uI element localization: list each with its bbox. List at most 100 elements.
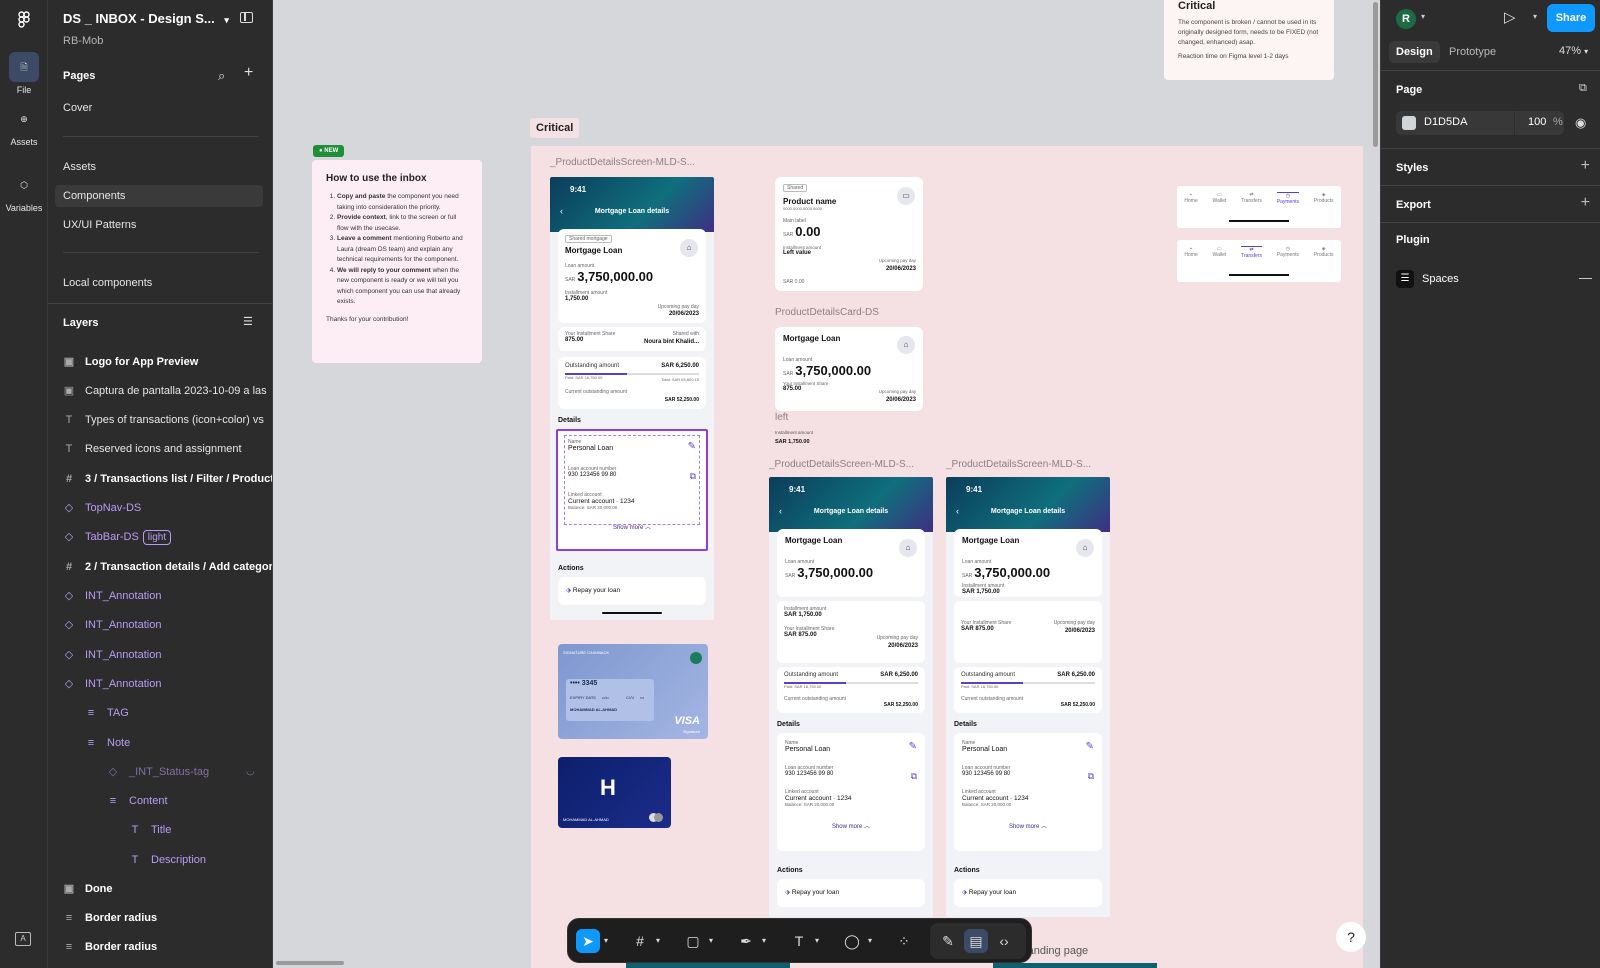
layer-item[interactable]: ▣ Logo for App Preview — [48, 347, 272, 377]
phone-frame-2[interactable]: 9:41 ‹ Mortgage Loan details Mortgage Loan… — [769, 477, 933, 917]
tabbar-payments[interactable]: ▪ Home ▭ Wallet ⇄ Transfers ◷ Payments ◈ Prod… — [1177, 186, 1341, 228]
visa-card[interactable]: SIGNATURE CASHBACK •••• 3345 EXPIRY DATE… — [558, 644, 708, 739]
draw-mode-icon[interactable]: ✎ — [936, 929, 960, 953]
horizontal-scrollbar[interactable] — [276, 961, 344, 965]
layer-item[interactable]: ◇ TabBar-DS light — [48, 522, 272, 552]
edit-pencil-icon[interactable]: ✎ — [909, 741, 917, 752]
partial-frame[interactable] — [626, 963, 790, 968]
repay-action[interactable]: ⬗ Repay your loan — [777, 879, 925, 907]
layer-item[interactable]: #3 / Transactions list / Filter / Produc… — [48, 464, 272, 494]
outstanding-card[interactable]: Outstanding amount SAR 6,250.00 Paid: SA… — [954, 667, 1102, 713]
dev-mode-icon[interactable]: ‹› — [992, 929, 1016, 953]
details-card[interactable]: Name Personal Loan ✎ Loan account number… — [777, 733, 925, 851]
tabbar-transfers[interactable]: ▪ Home ▭ Wallet ⇄ Transfers ◷ Payments ◈ Prod… — [1177, 240, 1341, 282]
inbox-note-card[interactable]: How to use the inbox Copy and paste the … — [312, 160, 482, 363]
frame-label[interactable]: left — [775, 412, 788, 423]
tab-wallet[interactable]: ▭ Wallet — [1213, 246, 1227, 259]
frame-tool-icon[interactable]: # — [628, 929, 652, 953]
layer-item[interactable]: T Title — [48, 815, 272, 845]
details-card[interactable]: Name Personal Loan ✎ Loan account number… — [954, 733, 1102, 851]
color-swatch[interactable] — [1402, 116, 1416, 130]
layer-item[interactable]: ◇ INT_Annotation — [48, 610, 272, 640]
add-page-icon[interactable]: + — [244, 64, 253, 82]
figma-logo-icon[interactable] — [14, 10, 34, 30]
chevron-down-icon[interactable]: ▾ — [653, 929, 663, 953]
page-item-assets[interactable]: Assets — [55, 156, 263, 178]
page-item-cover[interactable]: Cover — [55, 97, 263, 119]
color-hex[interactable]: D1D5DA — [1424, 116, 1467, 128]
sidebar-toggle-icon[interactable] — [240, 12, 253, 23]
layer-item[interactable]: ▣ Captura de pantalla 2023-10-09 a las — [48, 376, 272, 406]
pen-tool-icon[interactable]: ✒ — [734, 929, 758, 953]
keyboard-shortcuts-icon[interactable]: A — [15, 932, 31, 946]
phone-frame-main[interactable]: 9:41 ‹ Mortgage Loan details Shared mortga… — [550, 177, 714, 620]
copy-icon[interactable]: ⧉ — [1088, 771, 1094, 782]
vertical-scrollbar[interactable] — [1373, 2, 1378, 147]
alhilal-card[interactable]: H MOHAMMAD AL-AHMAD — [558, 757, 671, 828]
installment-card[interactable]: Installment amount SAR 1,750.00 Your Ins… — [777, 601, 925, 663]
outstanding-card[interactable]: Outstanding amount SAR 6,250.00 Paid: SA… — [777, 667, 925, 713]
add-style-icon[interactable]: + — [1581, 157, 1590, 175]
tab-payments[interactable]: ◷ Payments — [1277, 246, 1299, 259]
search-pages-icon[interactable]: ⌕ — [218, 68, 225, 84]
show-more-link[interactable]: Show more ︿ — [785, 821, 917, 830]
layer-item[interactable]: ◇ INT_Annotation — [48, 669, 272, 699]
canvas[interactable]: Critical The component is broken / canno… — [273, 0, 1380, 968]
loan-card[interactable]: Shared mortgage Mortgage Loan ⌂ Loan amo… — [558, 229, 706, 323]
tab-home[interactable]: ▪ Home — [1184, 192, 1197, 205]
layer-item[interactable]: #2 / Transaction details / Add category — [48, 552, 272, 582]
hidden-eye-icon[interactable]: ◡ — [246, 757, 255, 787]
repay-action[interactable]: ⬗ Repay your loan — [954, 879, 1102, 907]
chevron-down-icon[interactable]: ▾ — [1421, 12, 1425, 21]
frame-label[interactable]: ProductDetailsCard-DS — [775, 307, 879, 318]
loan-card[interactable]: Mortgage Loan ⌂ Loan amount SAR 3,750,00… — [954, 529, 1102, 597]
layer-item[interactable]: ◇ TopNav-DS — [48, 493, 272, 523]
tab-home[interactable]: ▪ Home — [1184, 246, 1197, 259]
chevron-down-icon[interactable]: ▾ — [812, 929, 822, 953]
layer-item[interactable]: T Types of transactions (icon+color) vs — [48, 405, 272, 435]
collapse-icon[interactable]: — — [1579, 270, 1592, 285]
layer-item[interactable]: ◇ INT_Annotation — [48, 581, 272, 611]
present-play-icon[interactable]: ▷ — [1504, 8, 1516, 26]
chevron-down-icon[interactable]: ▾ — [1533, 12, 1537, 21]
avatar[interactable]: R — [1396, 9, 1416, 29]
show-more-link[interactable]: Show more ︿ — [962, 821, 1094, 830]
layer-item[interactable]: ≡ Content — [48, 786, 272, 816]
layer-item[interactable]: ◇ INT_Annotation — [48, 640, 272, 670]
product-card[interactable]: Shared Product name 0000.0000.0000.0000 … — [775, 177, 923, 291]
layer-item[interactable]: ≡ TAG — [48, 698, 272, 728]
tab-wallet[interactable]: ▭ Wallet — [1213, 192, 1227, 205]
page-item-components[interactable]: Components — [55, 185, 263, 207]
tab-transfers[interactable]: ⇄ Transfers — [1241, 246, 1262, 259]
eye-icon[interactable]: ◉ — [1575, 115, 1586, 131]
critical-note-card[interactable]: Critical The component is broken / canno… — [1164, 0, 1334, 80]
repay-action[interactable]: ⬗ Repay your loan — [558, 577, 706, 605]
design-mode-icon[interactable]: ▤ — [964, 929, 988, 953]
layer-item[interactable]: ≡ Border radius — [48, 903, 272, 933]
collapse-layers-icon[interactable]: ☰ — [243, 315, 253, 328]
chevron-down-icon[interactable]: ▾ — [759, 929, 769, 953]
tab-products[interactable]: ◈ Products — [1314, 192, 1334, 205]
partial-frame[interactable] — [993, 963, 1157, 968]
rectangle-tool-icon[interactable]: ▢ — [681, 929, 705, 953]
rail-variables[interactable]: ⬡ Variables — [0, 170, 48, 213]
layer-item[interactable]: T Description — [48, 845, 272, 875]
share-button[interactable]: Share — [1547, 4, 1595, 32]
tab-payments[interactable]: ◷ Payments — [1276, 192, 1300, 205]
installment-card[interactable]: Your Installment Share SAR 875.00 Upcomi… — [954, 601, 1102, 663]
details-card-selected[interactable]: Name Personal Loan ✎ Loan account number… — [556, 429, 708, 551]
phone-frame-3[interactable]: 9:41 ‹ Mortgage Loan details Mortgage Loan… — [946, 477, 1110, 917]
layer-item[interactable]: ◇ _INT_Status-tag ◡ — [48, 757, 272, 787]
page-color-field[interactable]: D1D5DA 100 % — [1396, 111, 1564, 135]
opacity-value[interactable]: 100 — [1528, 116, 1546, 128]
tab-transfers[interactable]: ⇄ Transfers — [1241, 192, 1262, 205]
spaces-plugin-label[interactable]: Spaces — [1422, 273, 1459, 285]
page-item-uxui-patterns[interactable]: UX/UI Patterns — [55, 214, 263, 236]
copy-icon[interactable]: ⧉ — [911, 771, 917, 782]
actions-tool-icon[interactable]: ⁘ — [892, 929, 916, 953]
share-card[interactable]: Your Installment Share 875.00 Shared wit… — [558, 327, 706, 351]
section-tag-critical[interactable]: Critical — [530, 118, 580, 138]
layer-item[interactable]: ≡ Border radius — [48, 932, 272, 962]
loan-card[interactable]: Mortgage Loan ⌂ Loan amount SAR 3,750,00… — [777, 529, 925, 597]
add-export-icon[interactable]: + — [1581, 194, 1590, 212]
